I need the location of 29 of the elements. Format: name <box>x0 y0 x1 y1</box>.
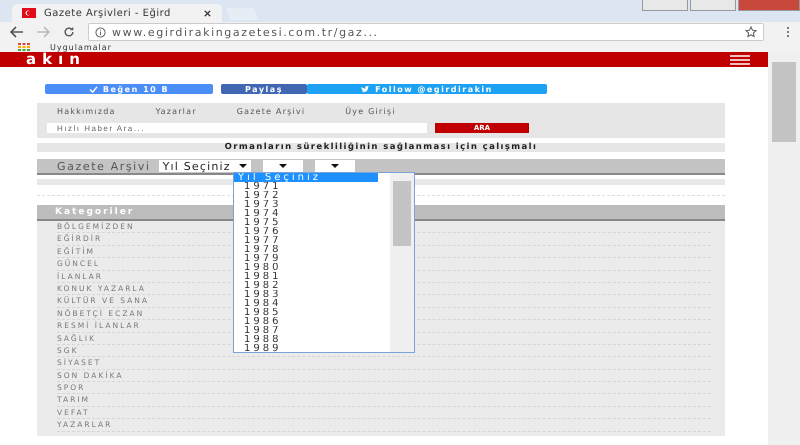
info-icon <box>95 26 106 38</box>
browser-tab[interactable]: Gazete Arşivleri - Eğird <box>12 4 222 22</box>
close-icon[interactable] <box>203 8 212 18</box>
nav-link[interactable]: Hakkımızda <box>57 107 116 119</box>
site-logo[interactable]: akın <box>26 52 86 67</box>
nav-link[interactable]: Gazete Arşivi <box>236 107 306 119</box>
news-ticker: Ormanların sürekliliğinin sağlanması için çalışmalı <box>37 143 725 152</box>
share-button[interactable]: Paylaş <box>221 84 307 94</box>
apps-icon[interactable] <box>18 43 30 51</box>
month-select[interactable] <box>262 160 303 172</box>
menu-icon[interactable] <box>786 26 790 38</box>
page-scrollbar[interactable] <box>768 52 800 445</box>
nav-link[interactable]: Yazarlar <box>156 107 197 119</box>
check-icon <box>88 86 98 92</box>
menu-icon[interactable] <box>730 54 750 64</box>
star-icon[interactable] <box>745 26 757 38</box>
flag-icon <box>22 8 36 18</box>
tab-title: Gazete Arşivleri - Eğird <box>44 8 172 18</box>
day-select[interactable] <box>314 160 355 172</box>
year-select[interactable]: Yıl Seçiniz <box>158 160 251 172</box>
reload-icon[interactable] <box>62 26 76 38</box>
address-bar[interactable]: www.egirdirakingazetesi.com.tr/gaz... <box>88 23 764 41</box>
dropdown-scrollbar[interactable] <box>390 173 414 352</box>
search-field[interactable]: Hızlı Haber Ara... <box>47 123 427 133</box>
bird-icon <box>361 86 370 92</box>
bookmark-link[interactable]: Uygulamalar <box>50 42 112 52</box>
back-icon[interactable] <box>10 26 24 38</box>
nav-link[interactable]: Üye Girişi <box>345 107 396 119</box>
archive-label: Gazete Arşivi <box>57 160 151 172</box>
